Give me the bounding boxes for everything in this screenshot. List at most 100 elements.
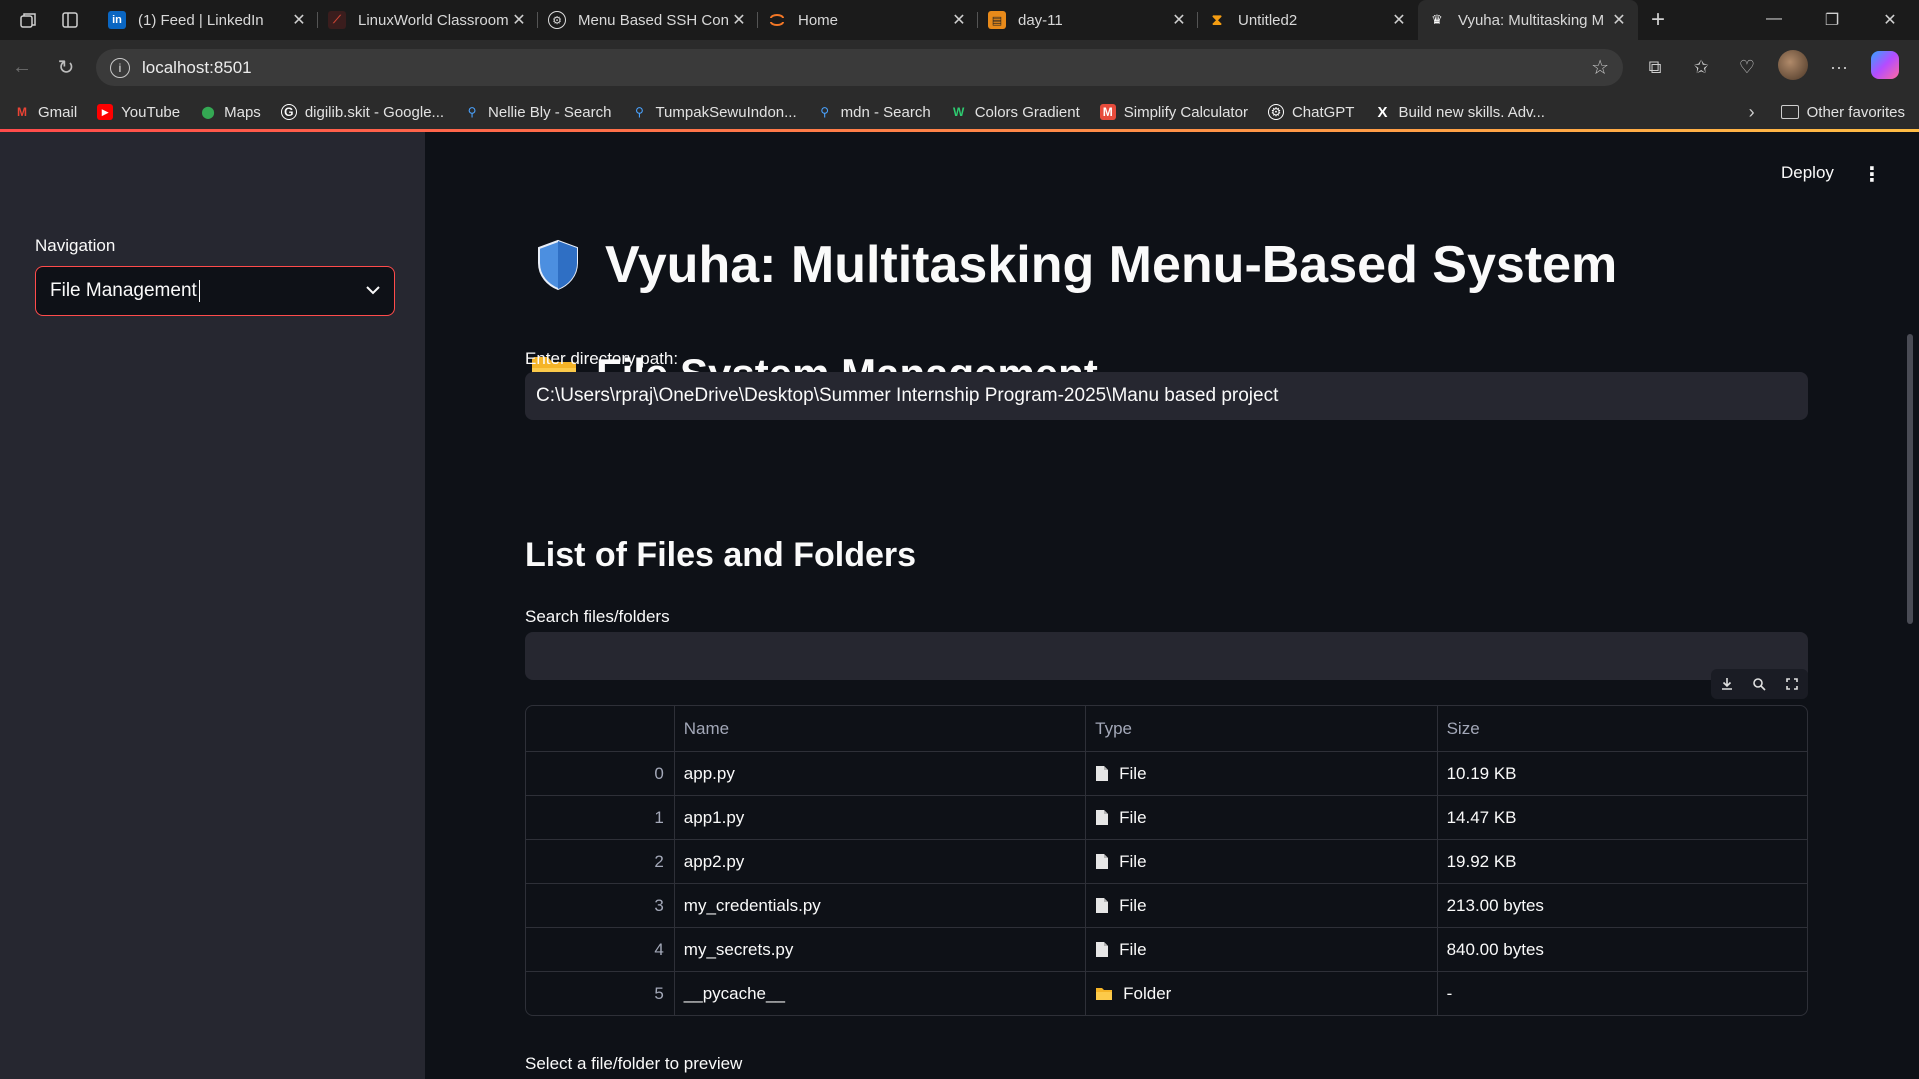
close-tab-icon[interactable]: ✕	[950, 10, 968, 30]
name-column-header[interactable]: Name	[673, 706, 1085, 751]
close-tab-icon[interactable]: ✕	[730, 10, 748, 30]
name-cell[interactable]: my_secrets.py	[673, 928, 1085, 971]
app-viewport: Navigation File Management Deploy ⋮ Vyuh…	[0, 129, 1919, 1079]
text-cursor	[198, 280, 200, 302]
table-row[interactable]: 5 __pycache__ Folder -	[526, 971, 1807, 1015]
tab-title: Untitled2	[1238, 11, 1298, 29]
bookmark-label: Maps	[224, 103, 261, 121]
fullscreen-icon[interactable]	[1783, 675, 1801, 693]
google-icon: G	[280, 104, 297, 120]
tab-untitled2[interactable]: ⧗ Untitled2 ✕	[1198, 0, 1418, 40]
bookmark-tumpak-sewu[interactable]: ⚲ TumpakSewuIndon...	[631, 104, 797, 121]
tab-linuxworld[interactable]: ⟋ LinuxWorld Classroom ✕	[318, 0, 538, 40]
other-favorites[interactable]: Other favorites	[1780, 104, 1905, 121]
type-cell[interactable]: File	[1085, 884, 1436, 927]
bookmark-youtube[interactable]: ▶ YouTube	[97, 104, 180, 121]
bookmark-build-new-skills[interactable]: X Build new skills. Adv...	[1374, 104, 1544, 121]
gradient-icon: W	[953, 105, 965, 119]
bookmark-colors-gradient[interactable]: W Colors Gradient	[951, 104, 1080, 121]
download-icon[interactable]	[1718, 675, 1736, 693]
name-cell[interactable]: app1.py	[673, 796, 1085, 839]
row-index: 3	[654, 895, 664, 915]
type-cell[interactable]: File	[1085, 796, 1436, 839]
type-column-header[interactable]: Type	[1085, 706, 1436, 751]
browser-tab-bar: in (1) Feed | LinkedIn ✕ ⟋ LinuxWorld Cl…	[0, 0, 1919, 40]
type-cell[interactable]: File	[1085, 840, 1436, 883]
new-tab-button[interactable]: +	[1638, 6, 1678, 34]
type-label: File	[1119, 939, 1147, 959]
copilot-icon[interactable]	[1867, 51, 1903, 84]
chevron-down-icon[interactable]	[366, 282, 380, 300]
close-tab-icon[interactable]: ✕	[510, 10, 528, 30]
bookmark-digilib[interactable]: G digilib.skit - Google...	[280, 104, 444, 121]
minimize-icon[interactable]: —	[1745, 10, 1803, 30]
browser-essentials-icon[interactable]: ♡	[1729, 57, 1765, 78]
bookmarks-bar: M Gmail ▶ YouTube ⬤ Maps G digilib.skit …	[0, 95, 1919, 129]
close-tab-icon[interactable]: ✕	[1390, 10, 1408, 30]
navigation-select-value: File Management	[50, 280, 197, 301]
tab-menu-based-ssh[interactable]: ⚙ Menu Based SSH Con ✕	[538, 0, 758, 40]
files-table[interactable]: Name Type Size 0 app.py File 10.19 KB 1 …	[525, 705, 1808, 1016]
back-button[interactable]: ←	[0, 56, 44, 79]
table-row[interactable]: 4 my_secrets.py File 840.00 bytes	[526, 927, 1807, 971]
type-cell[interactable]: File	[1085, 928, 1436, 971]
size-cell[interactable]: 19.92 KB	[1436, 840, 1807, 883]
tab-home[interactable]: Home ✕	[758, 0, 978, 40]
name-cell[interactable]: app2.py	[673, 840, 1085, 883]
name-cell[interactable]: my_credentials.py	[673, 884, 1085, 927]
close-tab-icon[interactable]: ✕	[1610, 10, 1628, 30]
favorites-icon[interactable]: ✩	[1683, 57, 1719, 78]
file-icon	[1096, 810, 1109, 825]
chevron-right-icon[interactable]: ›	[1749, 102, 1755, 123]
size-cell[interactable]: -	[1436, 972, 1807, 1015]
bookmark-maps[interactable]: ⬤ Maps	[200, 103, 261, 121]
workspaces-icon[interactable]	[18, 10, 38, 30]
main-menu-icon[interactable]: ⋮	[1862, 162, 1882, 187]
type-label: File	[1119, 895, 1147, 915]
bookmark-simplify-calculator[interactable]: M Simplify Calculator	[1099, 104, 1248, 121]
bookmark-chatgpt[interactable]: ⚙ ChatGPT	[1267, 104, 1354, 121]
site-info-icon[interactable]: i	[110, 57, 130, 78]
bookmark-gmail[interactable]: M Gmail	[14, 104, 77, 121]
name-cell[interactable]: app.py	[673, 752, 1085, 795]
size-cell[interactable]: 14.47 KB	[1436, 796, 1807, 839]
search-icon[interactable]	[1750, 675, 1768, 693]
profile-avatar[interactable]	[1775, 50, 1811, 85]
name-cell[interactable]: __pycache__	[673, 972, 1085, 1015]
tab-day-11[interactable]: ▤ day-11 ✕	[978, 0, 1198, 40]
restore-icon[interactable]: ❐	[1803, 10, 1861, 30]
size-column-header[interactable]: Size	[1436, 706, 1807, 751]
bookmark-mdn[interactable]: ⚲ mdn - Search	[817, 104, 930, 121]
close-tab-icon[interactable]: ✕	[290, 10, 308, 30]
size-cell[interactable]: 10.19 KB	[1436, 752, 1807, 795]
table-row[interactable]: 1 app1.py File 14.47 KB	[526, 795, 1807, 839]
index-column-header[interactable]	[526, 706, 674, 751]
file-icon	[1096, 942, 1109, 957]
close-window-icon[interactable]: ✕	[1861, 10, 1919, 30]
extensions-icon[interactable]: ⧉	[1637, 57, 1673, 78]
streamlit-icon: ♛	[1431, 12, 1443, 27]
url-field[interactable]: i localhost:8501 ☆	[96, 49, 1623, 86]
table-row[interactable]: 3 my_credentials.py File 213.00 bytes	[526, 883, 1807, 927]
table-row[interactable]: 2 app2.py File 19.92 KB	[526, 839, 1807, 883]
table-row[interactable]: 0 app.py File 10.19 KB	[526, 751, 1807, 795]
reload-button[interactable]: ↻	[44, 55, 88, 80]
type-cell[interactable]: File	[1085, 752, 1436, 795]
tab-vyuha[interactable]: ♛ Vyuha: Multitasking M ✕	[1418, 0, 1638, 40]
search-input[interactable]	[525, 632, 1808, 680]
bookmark-nellie-bly[interactable]: ⚲ Nellie Bly - Search	[464, 104, 612, 121]
close-tab-icon[interactable]: ✕	[1170, 10, 1188, 30]
favorite-star-icon[interactable]: ☆	[1591, 55, 1609, 80]
type-cell[interactable]: Folder	[1085, 972, 1436, 1015]
directory-path-input[interactable]: C:\Users\rpraj\OneDrive\Desktop\Summer I…	[525, 372, 1808, 420]
page-scrollbar[interactable]	[1907, 334, 1913, 624]
deploy-button[interactable]: Deploy	[1781, 163, 1834, 183]
tab-title: Home	[798, 11, 839, 29]
tab-linkedin[interactable]: in (1) Feed | LinkedIn ✕	[98, 0, 318, 40]
vertical-tabs-icon[interactable]	[60, 10, 80, 30]
navigation-select[interactable]: File Management	[35, 266, 395, 316]
size-cell[interactable]: 840.00 bytes	[1436, 928, 1807, 971]
size-cell[interactable]: 213.00 bytes	[1436, 884, 1807, 927]
search-label: Search files/folders	[525, 607, 670, 626]
settings-more-icon[interactable]: ···	[1821, 57, 1857, 78]
